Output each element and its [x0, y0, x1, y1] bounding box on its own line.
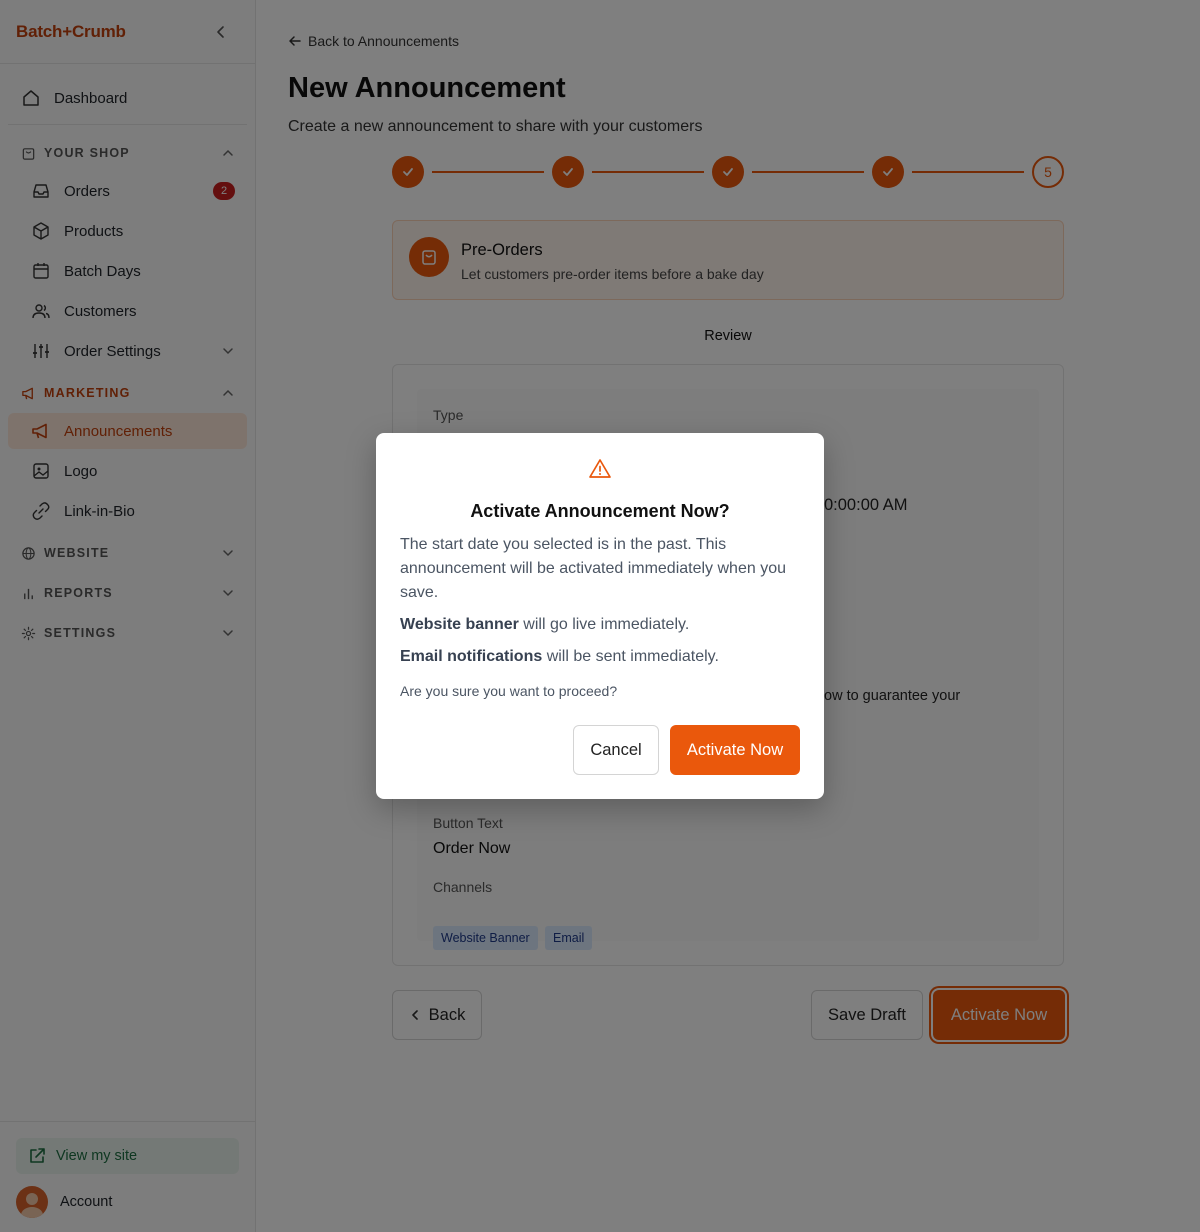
email-notice-text: will be sent immediately. [542, 648, 719, 665]
dialog-title: Activate Announcement Now? [470, 501, 730, 521]
banner-notice-text: will go live immediately. [518, 616, 690, 633]
dialog-message: The start date you selected is in the pa… [400, 536, 786, 601]
warning-icon [589, 459, 611, 478]
activate-confirm-dialog: Activate Announcement Now? The start dat… [376, 433, 824, 799]
confirm-question: Are you sure you want to proceed? [400, 683, 618, 699]
email-notice: Email notifications will be sent immedia… [400, 648, 719, 666]
banner-notice-bold: Website banner [400, 616, 519, 633]
email-notice-bold: Email notifications [400, 648, 543, 665]
cancel-button[interactable]: Cancel [573, 725, 659, 775]
schedule-time-value: 0:00:00 AM [824, 496, 908, 514]
message-preview-fragment: ow to guarantee your [824, 688, 961, 704]
confirm-activate-button[interactable]: Activate Now [670, 725, 800, 775]
banner-notice: Website banner will go live immediately. [400, 616, 689, 634]
